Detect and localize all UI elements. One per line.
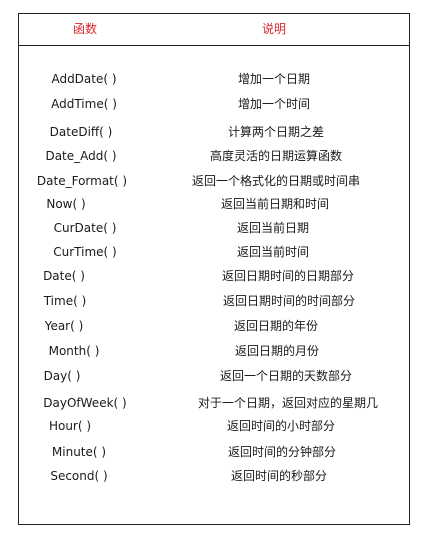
table-row: Day( ) 返回一个日期的天数部分 <box>19 366 409 386</box>
function-description-cell: 返回一个日期的天数部分 <box>219 369 352 383</box>
function-description-cell: 返回日期时间的日期部分 <box>221 269 354 283</box>
function-description-cell: 高度灵活的日期运算函数 <box>209 149 342 163</box>
function-description-cell: 返回当前日期和时间 <box>220 197 329 211</box>
table-row: AddTime( ) 增加一个时间 <box>19 94 409 114</box>
function-name-cell: Date( ) <box>43 269 85 283</box>
function-description-cell: 返回当前时间 <box>236 245 309 259</box>
function-name-cell: AddTime( ) <box>51 97 117 111</box>
function-description-cell: 返回时间的小时部分 <box>226 419 335 433</box>
function-name-cell: DateDiff( ) <box>49 125 113 139</box>
function-name-cell: Time( ) <box>43 294 87 308</box>
table-row: Time( ) 返回日期时间的时间部分 <box>19 291 409 311</box>
function-description-cell: 返回时间的秒部分 <box>230 469 327 483</box>
function-name-cell: CurTime( ) <box>53 245 117 259</box>
function-name-cell: Hour( ) <box>48 419 92 433</box>
function-description-cell: 返回日期时间的时间部分 <box>222 294 355 308</box>
table-row: Date( ) 返回日期时间的日期部分 <box>19 266 409 286</box>
function-description-cell: 返回时间的分钟部分 <box>227 445 336 459</box>
table-row: Date_Add( ) 高度灵活的日期运算函数 <box>19 146 409 166</box>
function-description-cell: 返回一个格式化的日期或时间串 <box>191 174 360 188</box>
table-row: AddDate( ) 增加一个日期 <box>19 69 409 89</box>
function-name-cell: AddDate( ) <box>51 72 117 86</box>
function-description-cell: 返回日期的年份 <box>233 319 318 333</box>
table-row: Month( ) 返回日期的月份 <box>19 341 409 361</box>
table-row: Date_Format( ) 返回一个格式化的日期或时间串 <box>19 171 409 191</box>
date-functions-table: 函数 说明 AddDate( ) 增加一个日期 AddTime( ) 增加一个时间 Da… <box>18 13 410 525</box>
table-body: AddDate( ) 增加一个日期 AddTime( ) 增加一个时间 DateDiff… <box>19 14 409 524</box>
function-name-cell: Date_Format( ) <box>36 174 128 188</box>
table-row: Hour( ) 返回时间的小时部分 <box>19 416 409 436</box>
function-name-cell: DayOfWeek( ) <box>43 396 127 410</box>
function-name-cell: CurDate( ) <box>53 221 117 235</box>
table-row: DateDiff( ) 计算两个日期之差 <box>19 122 409 142</box>
function-description-cell: 增加一个时间 <box>237 97 310 111</box>
function-description-cell: 返回当前日期 <box>236 221 309 235</box>
function-description-cell: 增加一个日期 <box>237 72 310 86</box>
table-row: Year( ) 返回日期的年份 <box>19 316 409 336</box>
table-row: CurTime( ) 返回当前时间 <box>19 242 409 262</box>
function-description-cell: 对于一个日期，返回对应的星期几 <box>197 396 378 410</box>
table-row: Second( ) 返回时间的秒部分 <box>19 466 409 486</box>
function-name-cell: Now( ) <box>46 197 86 211</box>
table-row: DayOfWeek( ) 对于一个日期，返回对应的星期几 <box>19 393 409 413</box>
function-name-cell: Second( ) <box>50 469 108 483</box>
table-row: Now( ) 返回当前日期和时间 <box>19 194 409 214</box>
function-description-cell: 计算两个日期之差 <box>227 125 324 139</box>
function-name-cell: Month( ) <box>48 344 100 358</box>
function-description-cell: 返回日期的月份 <box>234 344 319 358</box>
function-name-cell: Day( ) <box>43 369 81 383</box>
function-name-cell: Year( ) <box>44 319 84 333</box>
table-row: CurDate( ) 返回当前日期 <box>19 218 409 238</box>
table-row: Minute( ) 返回时间的分钟部分 <box>19 442 409 462</box>
function-name-cell: Minute( ) <box>51 445 107 459</box>
function-name-cell: Date_Add( ) <box>45 149 117 163</box>
